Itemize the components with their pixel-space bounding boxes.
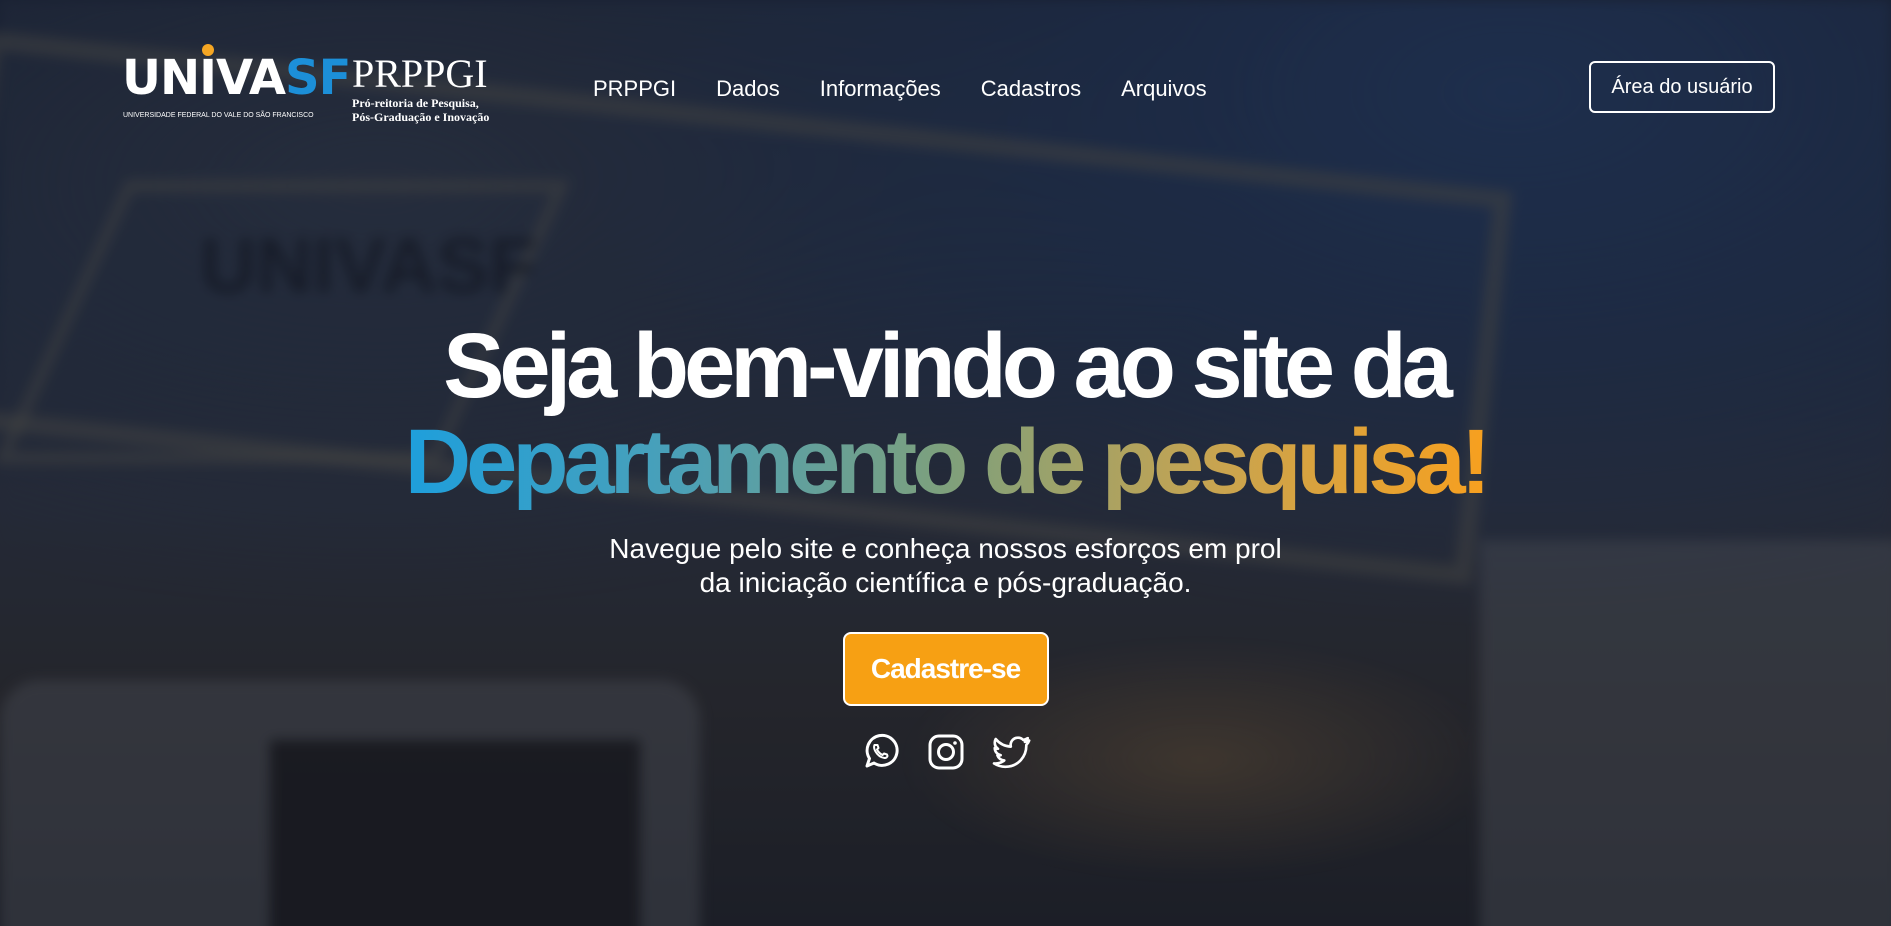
logo-tagline-2: Pós-Graduação e Inovação [352,110,490,124]
instagram-icon[interactable] [926,732,966,772]
hero-subtitle: Navegue pelo site e conheça nossos esfor… [566,532,1326,600]
logo-univasf-wordmark: UNIVASF [122,50,351,106]
hero-title-line2: Departamento de pesquisa! [404,411,1492,513]
whatsapp-icon[interactable] [860,732,900,772]
nav-item-cadastros[interactable]: Cadastros [981,76,1081,102]
nav-item-prppgi[interactable]: PRPPGI [593,76,676,102]
user-area-button[interactable]: Área do usuário [1589,61,1775,113]
nav-item-arquivos[interactable]: Arquivos [1121,76,1207,102]
nav-item-informacoes[interactable]: Informações [820,76,941,102]
social-links [0,732,1891,772]
nav-item-dados[interactable]: Dados [716,76,780,102]
logo-prppgi-text: PRPPGI [352,51,488,96]
twitter-icon[interactable] [992,732,1032,772]
logo-tagline-1: Pró-reitoria de Pesquisa, [352,96,479,110]
site-header: UNIVASF UNIVERSIDADE FEDERAL DO VALE DO … [0,0,1891,180]
univasf-prppgi-logo[interactable]: UNIVASF UNIVERSIDADE FEDERAL DO VALE DO … [122,44,512,126]
hero-section: UNIVASF UNIVASF UNIVERSIDADE FEDERAL DO … [0,0,1891,926]
hero-title-line1: Seja bem-vindo ao site da [443,315,1453,417]
hero-subtitle-line2: da iniciação científica e pós-graduação. [699,567,1192,598]
logo-university-name: UNIVERSIDADE FEDERAL DO VALE DO SÃO FRAN… [123,112,314,119]
register-button[interactable]: Cadastre-se [842,632,1049,706]
hero-subtitle-line1: Navegue pelo site e conheça nossos esfor… [609,533,1282,564]
hero-content: Seja bem-vindo ao site da Departamento d… [0,318,1891,772]
main-nav: PRPPGI Dados Informações Cadastros Arqui… [593,76,1207,102]
